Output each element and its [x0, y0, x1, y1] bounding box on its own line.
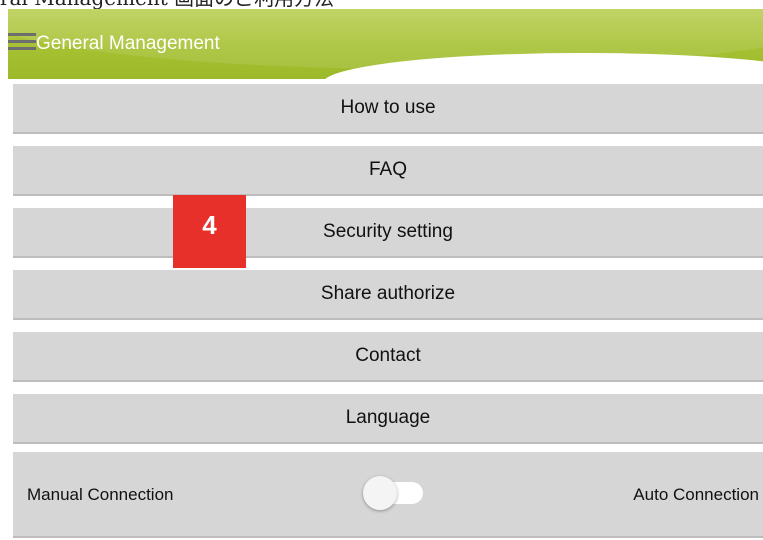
page-title: General Management: [36, 33, 220, 54]
manual-connection-label: Manual Connection: [27, 485, 174, 504]
connection-mode-row: Manual Connection Auto Connection: [13, 452, 763, 538]
share-authorize-button[interactable]: Share authorize: [13, 270, 763, 320]
contact-button[interactable]: Contact: [13, 332, 763, 382]
toggle-thumb: [363, 476, 397, 510]
auto-connection-label: Auto Connection: [633, 485, 759, 504]
step-number-badge: 4: [173, 195, 246, 268]
menu-list: How to use FAQ Security setting Share au…: [13, 84, 763, 456]
app-bar: General Management: [8, 9, 763, 79]
how-to-use-button[interactable]: How to use: [13, 84, 763, 134]
language-button[interactable]: Language: [13, 394, 763, 444]
hamburger-menu-icon[interactable]: [8, 33, 36, 51]
connection-mode-toggle[interactable]: [363, 474, 425, 510]
faq-button[interactable]: FAQ: [13, 146, 763, 196]
security-setting-button[interactable]: Security setting: [13, 208, 763, 258]
top-caption: ral Management 画面のご利用方法: [0, 0, 334, 9]
